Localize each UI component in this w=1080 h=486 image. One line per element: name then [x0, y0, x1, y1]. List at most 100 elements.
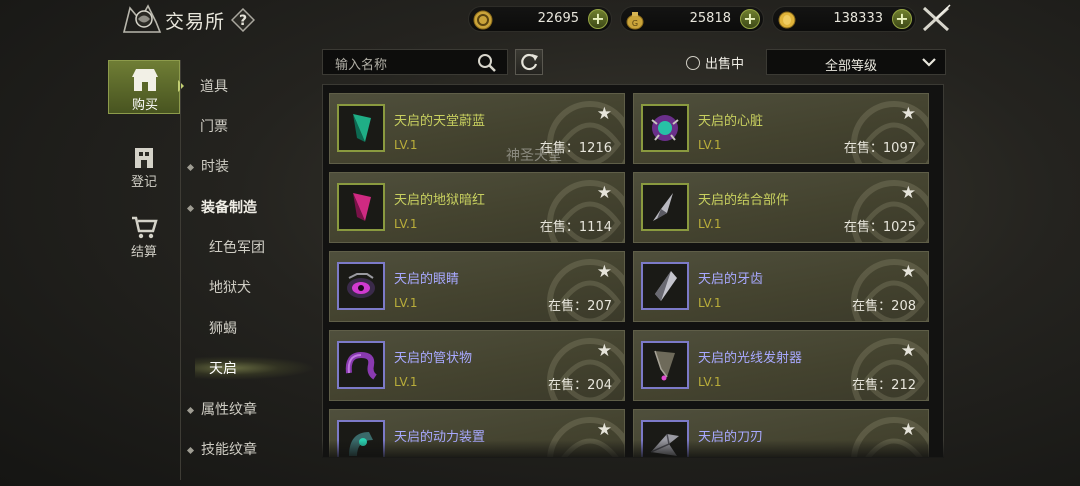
nav-register[interactable]: 登记 — [108, 138, 180, 192]
favorite-star-icon[interactable]: ★ — [597, 422, 612, 439]
help-icon[interactable]: ? — [231, 8, 255, 32]
bullet-icon — [186, 446, 195, 454]
item-stock: 在售：1097 — [843, 141, 916, 156]
level-select-value: 全部等级 — [825, 59, 878, 74]
item-level: LV.1 — [698, 375, 722, 389]
item-stock: 在售：212 — [852, 378, 916, 393]
nav-label: 结算 — [130, 245, 157, 260]
subcategory-item[interactable]: 红色军团 — [209, 237, 265, 261]
item-card[interactable]: 天启的心脏 LV.1 在售：1097 ★ — [633, 93, 929, 164]
item-level: LV.1 — [698, 138, 722, 152]
item-name: 天启的结合部件 — [698, 193, 790, 208]
item-stock: 在售：204 — [548, 378, 612, 393]
category-item[interactable]: 时装 — [184, 156, 229, 180]
building-icon — [135, 148, 153, 168]
radio-icon[interactable] — [686, 56, 700, 70]
item-stock: 在售：208 — [852, 299, 916, 314]
bullet-icon — [186, 204, 195, 212]
favorite-star-icon[interactable]: ★ — [597, 185, 612, 202]
chevron-down-icon — [922, 58, 936, 67]
refresh-icon — [521, 53, 538, 71]
item-name: 天启的天堂蔚蓝 — [394, 114, 486, 129]
item-name: 天启的地狱暗红 — [394, 193, 486, 208]
nav-buy[interactable]: 购买 — [108, 60, 180, 114]
item-name: 天启的眼睛 — [394, 272, 460, 287]
scroll-fade — [322, 440, 944, 458]
fang-icon — [641, 262, 689, 310]
item-card[interactable]: 天启的牙齿 LV.1 在售：208 ★ — [633, 251, 929, 322]
currency-gold-bag: G 25818 + — [620, 6, 764, 32]
item-card[interactable]: 天启的地狱暗红 LV.1 在售：1114 ★ — [329, 172, 625, 243]
eye-icon — [337, 262, 385, 310]
teal-gem-icon — [337, 104, 385, 152]
item-stock: 在售：1025 — [843, 220, 916, 235]
item-level: LV.1 — [394, 296, 418, 310]
active-nav-indicator — [178, 80, 184, 92]
shop-icon — [132, 69, 158, 91]
category-item[interactable]: 道具 — [200, 76, 228, 100]
item-name: 天启的心脏 — [698, 114, 764, 129]
subcategory-item[interactable]: 狮蝎 — [209, 318, 237, 342]
item-grid: 天启的天堂蔚蓝 LV.1 在售：1216 ★ 天启的心脏 LV.1 在售：109… — [322, 84, 944, 458]
item-card[interactable]: 天启的光线发射器 LV.1 在售：212 ★ — [633, 330, 929, 401]
watermark-text: 神圣天堂 — [506, 148, 562, 164]
currency-gold-coins: 138333 + — [772, 6, 916, 32]
dragon-emblem-icon — [122, 4, 162, 33]
item-level: LV.1 — [698, 296, 722, 310]
nav-settle[interactable]: 结算 — [108, 208, 180, 262]
favorite-star-icon[interactable]: ★ — [901, 264, 916, 281]
item-level: LV.1 — [394, 375, 418, 389]
nav-divider — [180, 60, 181, 480]
item-card[interactable]: 天启的天堂蔚蓝 LV.1 在售：1216 ★ — [329, 93, 625, 164]
favorite-star-icon[interactable]: ★ — [901, 343, 916, 360]
currency-gold-coin: 22695 + — [468, 6, 612, 32]
close-icon[interactable] — [920, 4, 952, 34]
subcategory-item[interactable]: 地狱犬 — [209, 277, 251, 301]
favorite-star-icon[interactable]: ★ — [597, 343, 612, 360]
blade-part-icon — [641, 183, 689, 231]
gold-coin-icon — [473, 10, 493, 30]
svg-text:G: G — [632, 19, 638, 28]
item-level: LV.1 — [698, 217, 722, 231]
item-name: 天启的光线发射器 — [698, 351, 803, 366]
gold-bag-icon: G — [626, 12, 644, 30]
add-currency-button[interactable]: + — [740, 9, 760, 29]
category-item[interactable]: 技能纹章 — [184, 439, 257, 463]
top-bar: 交易所 ? 22695 + G 25818 + 138333 + — [0, 0, 1080, 38]
add-currency-button[interactable]: + — [588, 9, 608, 29]
cart-icon — [132, 216, 158, 239]
currency-value: 25818 — [689, 11, 731, 26]
level-select[interactable]: 全部等级 — [766, 49, 946, 75]
item-stock: 在售：1114 — [539, 220, 612, 235]
favorite-star-icon[interactable]: ★ — [901, 422, 916, 439]
refresh-button[interactable] — [515, 49, 543, 75]
favorite-star-icon[interactable]: ★ — [901, 185, 916, 202]
item-card[interactable]: 天启的管状物 LV.1 在售：204 ★ — [329, 330, 625, 401]
favorite-star-icon[interactable]: ★ — [597, 264, 612, 281]
subcategory-item-selected[interactable]: 天启 — [209, 358, 237, 382]
search-placeholder: 输入名称 — [335, 58, 388, 73]
item-name: 天启的管状物 — [394, 351, 473, 366]
item-stock: 在售：207 — [548, 299, 612, 314]
favorite-star-icon[interactable]: ★ — [597, 106, 612, 123]
item-card[interactable]: 天启的结合部件 LV.1 在售：1025 ★ — [633, 172, 929, 243]
nav-label: 登记 — [130, 175, 157, 190]
category-item[interactable]: 装备制造 — [184, 197, 257, 221]
help-label: ? — [239, 13, 247, 29]
category-item[interactable]: 门票 — [200, 116, 228, 140]
bullet-icon — [186, 163, 195, 171]
item-card[interactable]: 天启的眼睛 LV.1 在售：207 ★ — [329, 251, 625, 322]
currency-value: 22695 — [537, 11, 579, 26]
on-sale-label: 出售中 — [705, 57, 745, 72]
on-sale-toggle[interactable]: 出售中 — [686, 53, 744, 72]
search-icon[interactable] — [477, 53, 497, 73]
heart-icon — [641, 104, 689, 152]
bullet-icon — [186, 406, 195, 414]
currency-value: 138333 — [833, 11, 883, 26]
gold-coins-icon — [778, 11, 796, 29]
category-item[interactable]: 属性纹章 — [184, 399, 257, 423]
search-input[interactable]: 输入名称 — [322, 49, 508, 75]
tube-icon — [337, 341, 385, 389]
add-currency-button[interactable]: + — [892, 9, 912, 29]
favorite-star-icon[interactable]: ★ — [901, 106, 916, 123]
